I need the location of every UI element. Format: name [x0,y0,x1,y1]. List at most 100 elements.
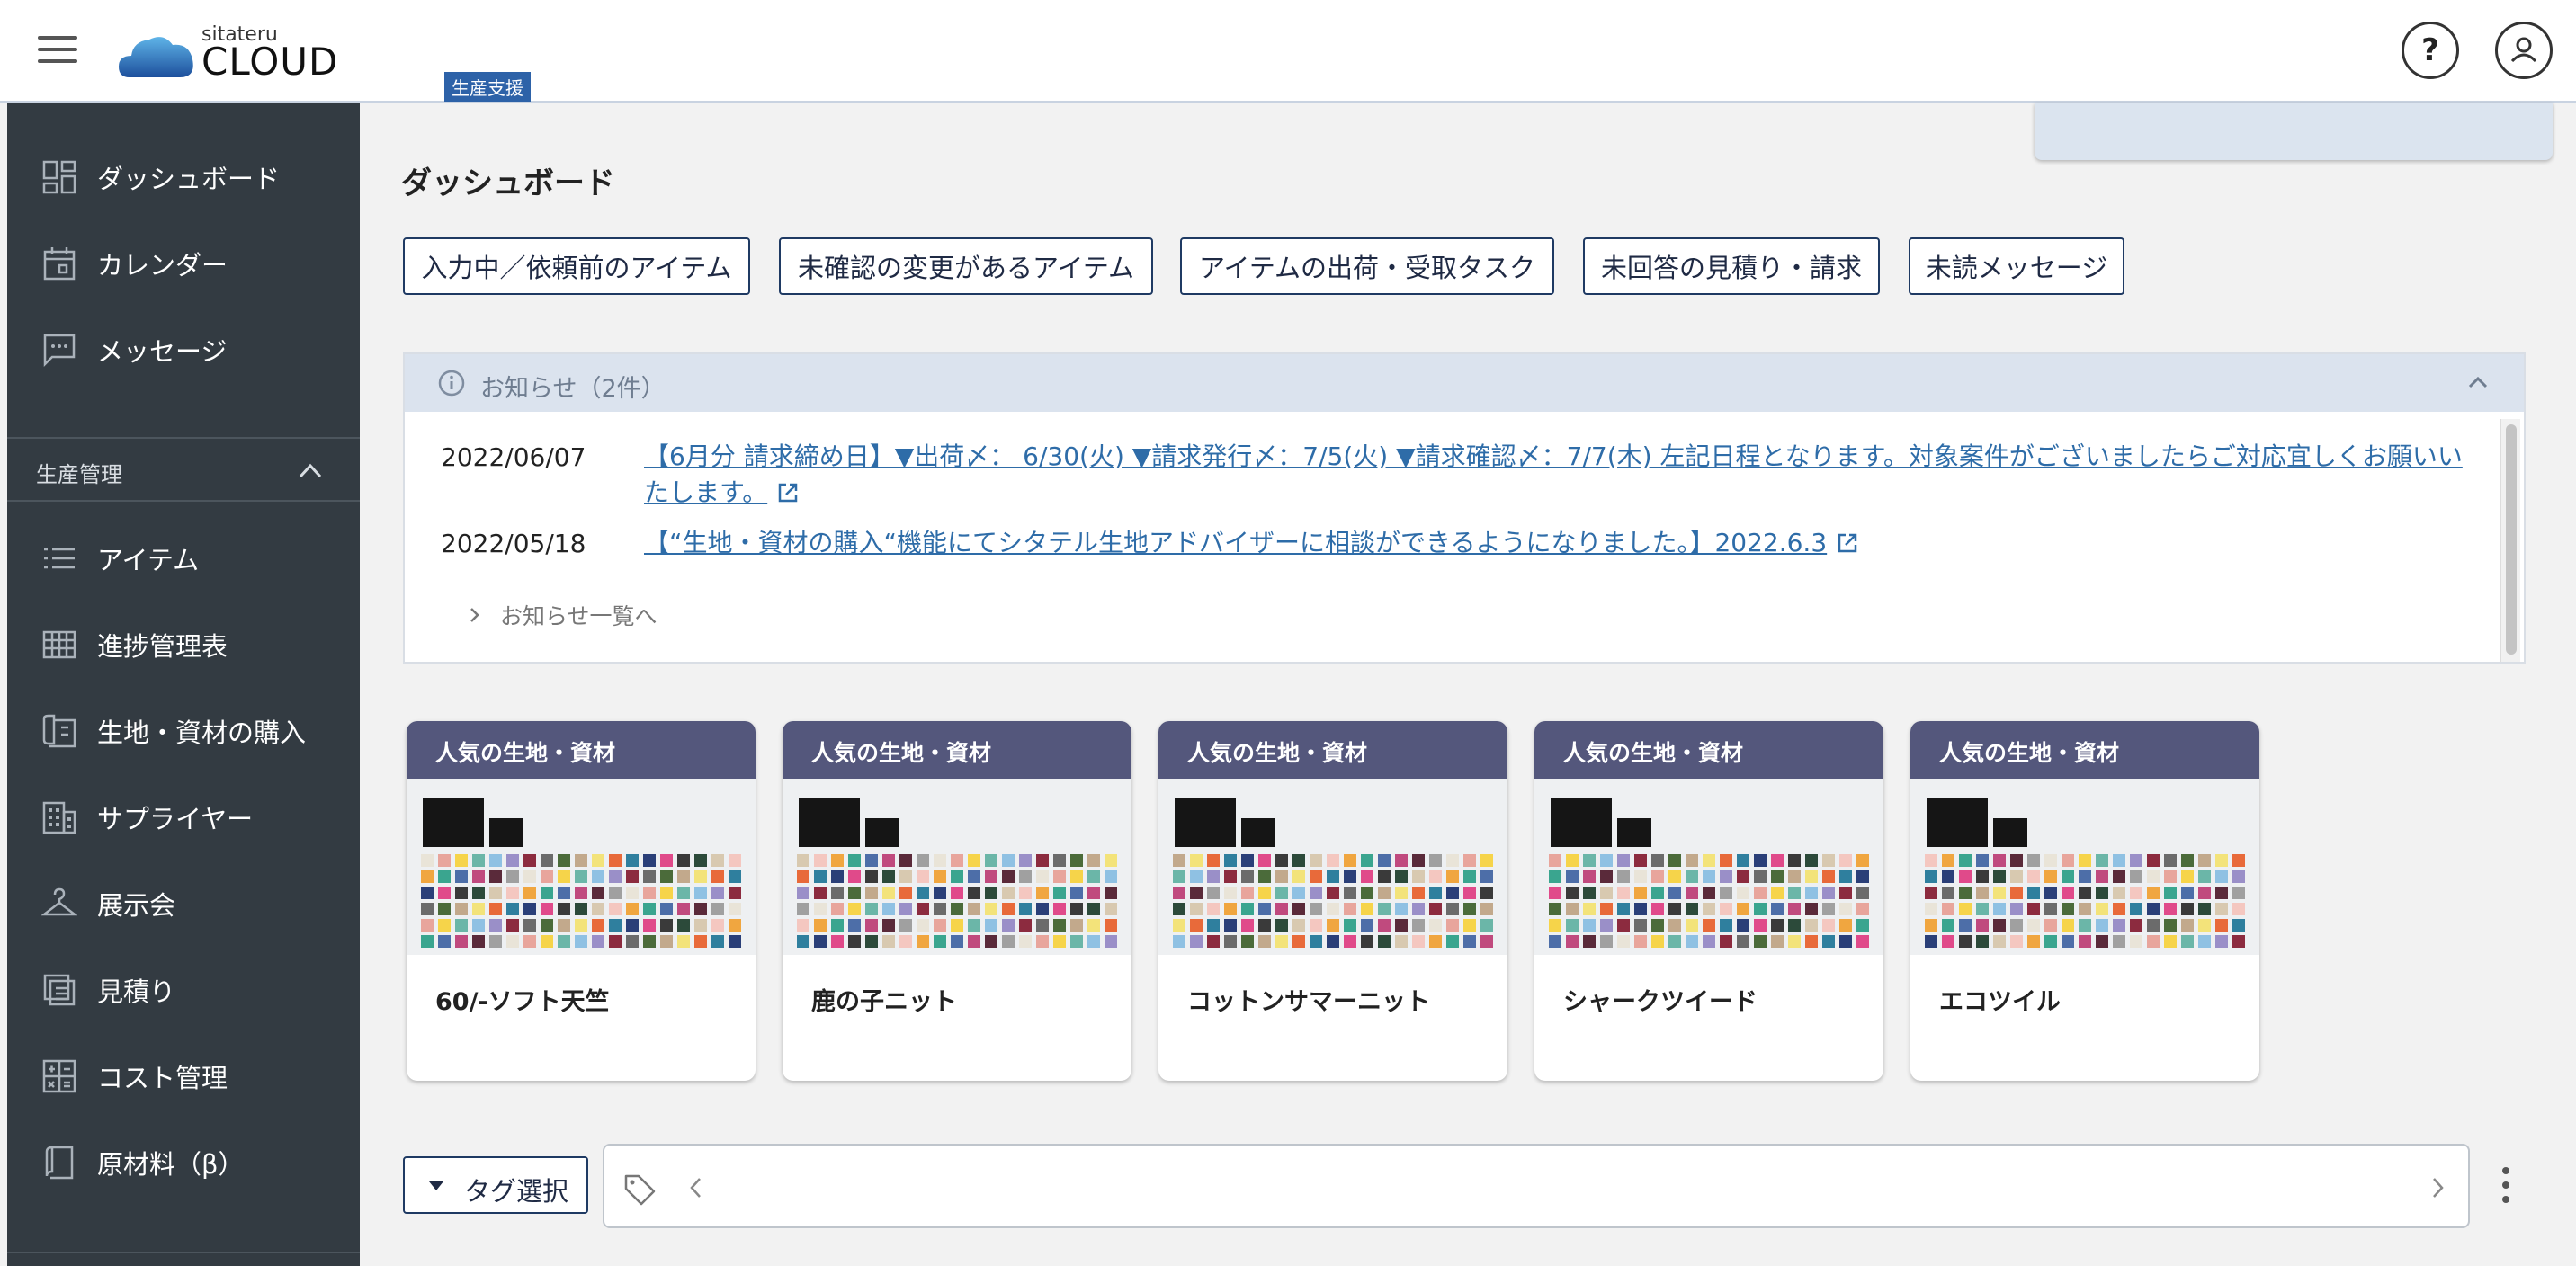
material-card[interactable]: 人気の生地・資材 60/-ソフト天竺 [407,721,756,1081]
sidebar-item-cost[interactable]: コスト管理 [7,1045,360,1108]
quick-filter-input-items-button[interactable]: 入力中／依頼前のアイテム [403,237,750,295]
sidebar-item-items[interactable]: アイテム [7,527,360,590]
card-name: 60/-ソフト天竺 [435,988,610,1016]
fabric-icon [42,714,76,748]
sidebar-item-supplier[interactable]: サプライヤー [7,786,360,849]
logo-main-text: CLOUD [201,40,339,84]
tag-icon [624,1174,656,1206]
card-header: 人気の生地・資材 [407,721,756,779]
sidebar-item-fabric-purchase[interactable]: 生地・資材の購入 [7,700,360,762]
sidebar-item-raw-materials[interactable]: 原材料（β） [7,1131,360,1194]
sidebar-item-estimate[interactable]: 見積り [7,958,360,1021]
notice-date: 2022/06/07 [441,442,586,472]
cloud-logo-icon [119,37,193,77]
card-name: エコツイル [1939,988,2061,1016]
card-name: 鹿の子ニット [811,988,957,1016]
notice-link[interactable]: 【6月分 請求締め日】▼出荷〆： 6/30(火) ▼請求発行〆：7/5(火) ▼… [644,439,2479,511]
card-header: 人気の生地・資材 [1158,721,1507,779]
chevron-up-icon [299,463,322,478]
grid-table-icon [42,630,76,659]
sidebar-section-label: 生産管理 [36,462,122,487]
quick-filter-unread-messages-button[interactable]: 未読メッセージ [1909,237,2124,295]
caret-down-icon [429,1181,443,1190]
sidebar-item-label: メッセージ [97,336,228,367]
quick-filter-shipping-tasks-button[interactable]: アイテムの出荷・受取タスク [1180,237,1554,295]
sidebar-item-progress-table[interactable]: 進捗管理表 [7,613,360,676]
material-card[interactable]: 人気の生地・資材 鹿の子ニット [783,721,1131,1081]
sidebar-item-label: 進捗管理表 [97,631,228,662]
notice-scrollbar[interactable] [2500,419,2520,662]
card-name: シャークツイード [1563,988,1758,1016]
card-header: 人気の生地・資材 [783,721,1131,779]
chevron-right-icon[interactable] [2430,1176,2446,1199]
fabric-swatch-image [1158,779,1507,955]
info-icon [438,370,465,397]
chevron-up-icon[interactable] [2464,370,2491,394]
scroll-thumb[interactable] [2506,424,2517,655]
sidebar-item-label: サプライヤー [97,804,254,834]
message-icon [43,334,76,368]
help-icon: ? [2421,32,2439,68]
material-card[interactable]: 人気の生地・資材 シャークツイード [1534,721,1883,1081]
fabric-swatch-image [1534,779,1883,955]
sidebar-item-dashboard[interactable]: ダッシュボード [7,146,360,209]
card-name: コットンサマーニット [1187,988,1430,1016]
sidebar-item-label: 展示会 [97,890,176,921]
sidebar-item-calendar[interactable]: カレンダー [7,232,360,295]
fabric-swatch-image [1910,779,2259,955]
help-button[interactable]: ? [2402,22,2459,79]
hanger-icon [41,887,77,916]
sidebar-item-label: カレンダー [97,250,228,281]
notice-link-text: 【“生地・資材の購入“機能にてシタテル生地アドバイザーに相談ができるようになりま… [644,528,1828,557]
sidebar-item-message[interactable]: メッセージ [7,318,360,381]
notice-list-link[interactable]: お知らせ一覧へ [464,599,657,631]
notice-list-label: お知らせ一覧へ [500,603,657,629]
notice-link-text: 【6月分 請求締め日】▼出荷〆： 6/30(火) ▼請求発行〆：7/5(火) ▼… [644,441,2463,507]
tag-select-button[interactable]: タグ選択 [403,1156,588,1214]
sidebar-item-label: 生地・資材の購入 [97,718,307,748]
book-icon [45,1146,74,1180]
sidebar-item-label: ダッシュボード [97,164,281,194]
fabric-swatch-graphic [1910,779,2259,955]
material-card[interactable]: 人気の生地・資材 コットンサマーニット [1158,721,1507,1081]
fabric-swatch-graphic [783,779,1131,955]
top-notification-panel [2035,103,2553,160]
user-icon [2510,37,2537,63]
more-options-icon[interactable] [2495,1165,2517,1205]
sidebar-section-production[interactable]: 生産管理 [7,437,360,502]
sitateru-cloud-logo[interactable]: sitateru CLOUD 生産支援 [117,23,531,102]
external-link-icon [778,483,798,503]
logo-badge: 生産支援 [444,72,531,102]
tag-carousel [603,1144,2470,1228]
notice-link[interactable]: 【“生地・資材の購入“機能にてシタテル生地アドバイザーに相談ができるようになりま… [644,525,2479,561]
chevron-left-icon[interactable] [687,1176,703,1199]
fabric-swatch-image [783,779,1131,955]
material-card[interactable]: 人気の生地・資材 エコツイル [1910,721,2259,1081]
sidebar-item-label: アイテム [97,545,200,575]
calendar-icon [43,247,76,281]
fabric-swatch-graphic [407,779,756,955]
sidebar-item-exhibition[interactable]: 展示会 [7,872,360,935]
page-title: ダッシュボード [401,165,615,201]
notice-header[interactable]: お知らせ（2件） [405,354,2524,412]
external-link-icon [1838,533,1857,553]
sidebar-item-label: コスト管理 [97,1063,228,1093]
chevron-right-icon [470,608,479,622]
hamburger-menu-icon[interactable] [38,36,77,67]
notice-panel: お知らせ（2件） 2022/06/07 【6月分 請求締め日】▼出荷〆： 6/3… [403,352,2526,664]
notice-title: お知らせ（2件） [480,375,666,403]
quick-filter-unanswered-estimates-button[interactable]: 未回答の見積り・請求 [1583,237,1880,295]
tag-select-label: タグ選択 [464,1176,569,1207]
notice-date: 2022/05/18 [441,529,586,558]
card-header: 人気の生地・資材 [1534,721,1883,779]
calculator-icon [42,1059,76,1093]
sidebar: ダッシュボード カレンダー メッセージ 生産管理 アイテム 進捗管理表 生地・資… [7,103,360,1266]
account-button[interactable] [2495,22,2553,79]
fabric-swatch-image [407,779,756,955]
main-content: ダッシュボード 入力中／依頼前のアイテム 未確認の変更があるアイテム アイテムの… [360,103,2576,1266]
building-icon [42,801,76,834]
list-icon [44,548,75,569]
quick-filter-unconfirmed-changes-button[interactable]: 未確認の変更があるアイテム [779,237,1153,295]
app-header: sitateru CLOUD 生産支援 ? [0,0,2576,103]
sidebar-item-label: 見積り [97,976,176,1007]
